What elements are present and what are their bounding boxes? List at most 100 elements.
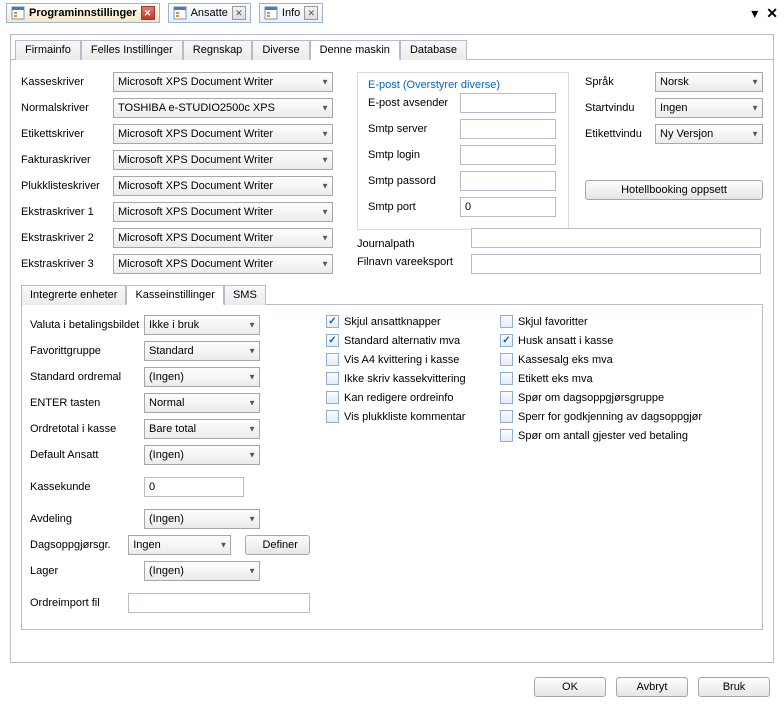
sub-tab-integrerte[interactable]: Integrerte enheter xyxy=(21,285,126,305)
select-ekstraskriver2[interactable]: Microsoft XPS Document Writer▼ xyxy=(113,228,333,248)
checkbox-skjul-ansattknapper[interactable]: ✓Skjul ansattknapper xyxy=(326,315,484,328)
button-hotellbooking[interactable]: Hotellbooking oppsett xyxy=(585,180,763,200)
checkbox-sperr-for-godkjenning-av-dagsoppgjør[interactable]: Sperr for godkjenning av dagsoppgjør xyxy=(500,410,740,423)
chevron-down-icon: ▼ xyxy=(321,182,329,191)
sub-tab-content: Valuta i betalingsbildetIkke i bruk▼ Fav… xyxy=(21,305,763,630)
checkbox-spør-om-antall-gjester-ved-betaling[interactable]: Spør om antall gjester ved betaling xyxy=(500,429,740,442)
input-ordreimp[interactable] xyxy=(128,593,310,613)
tab-felles[interactable]: Felles Instillinger xyxy=(81,40,183,60)
sub-tab-sms[interactable]: SMS xyxy=(224,285,266,305)
select-normalskriver[interactable]: TOSHIBA e-STUDIO2500c XPS▼ xyxy=(113,98,333,118)
close-icon[interactable]: ✕ xyxy=(232,6,246,20)
checkbox-box[interactable] xyxy=(500,315,513,328)
checkbox-box[interactable] xyxy=(326,410,339,423)
input-epost-avsender[interactable] xyxy=(460,93,556,113)
label-dagsopp: Dagsoppgjørsgr. xyxy=(30,539,128,551)
form-icon xyxy=(173,6,187,20)
input-smtp-login[interactable] xyxy=(460,145,556,165)
tab-firmainfo[interactable]: Firmainfo xyxy=(15,40,81,60)
checkbox-box[interactable] xyxy=(500,372,513,385)
checkbox-kassesalg-eks-mva[interactable]: Kassesalg eks mva xyxy=(500,353,740,366)
close-icon[interactable]: ✕ xyxy=(304,6,318,20)
chevron-down-icon: ▼ xyxy=(248,347,256,356)
checks-left: ✓Skjul ansattknapper ✓Standard alternativ… xyxy=(326,315,484,619)
select-etikettskriver[interactable]: Microsoft XPS Document Writer▼ xyxy=(113,124,333,144)
select-fakturaskriver[interactable]: Microsoft XPS Document Writer▼ xyxy=(113,150,333,170)
checkbox-label: Spør om dagsoppgjørsgruppe xyxy=(518,392,664,404)
close-icon[interactable]: ✕ xyxy=(141,6,155,20)
doc-tab-info[interactable]: Info ✕ xyxy=(259,3,323,23)
input-filnavn-vareeksport[interactable] xyxy=(471,254,761,274)
tab-database[interactable]: Database xyxy=(400,40,467,60)
label-filnavn-vareeksport: Filnavn vareeksport xyxy=(357,256,461,268)
tab-content: KasseskriverMicrosoft XPS Document Write… xyxy=(11,60,773,642)
checkbox-kan-redigere-ordreinfo[interactable]: Kan redigere ordreinfo xyxy=(326,391,484,404)
label-smtp-server: Smtp server xyxy=(368,123,460,135)
select-kasseskriver[interactable]: Microsoft XPS Document Writer▼ xyxy=(113,72,333,92)
select-stdordre[interactable]: (Ingen)▼ xyxy=(144,367,260,387)
sub-tab-row: Integrerte enheter Kasseinstillinger SMS xyxy=(21,284,763,305)
button-bruk[interactable]: Bruk xyxy=(698,677,770,697)
checkbox-box[interactable] xyxy=(326,391,339,404)
select-favgrp[interactable]: Standard▼ xyxy=(144,341,260,361)
doc-tab-ansatte[interactable]: Ansatte ✕ xyxy=(168,3,251,23)
window-close-icon[interactable]: ✕ xyxy=(766,5,778,22)
button-ok[interactable]: OK xyxy=(534,677,606,697)
checkbox-label: Skjul favoritter xyxy=(518,316,588,328)
checkbox-box[interactable]: ✓ xyxy=(500,334,513,347)
checkbox-label: Husk ansatt i kasse xyxy=(518,335,613,347)
checkbox-etikett-eks-mva[interactable]: Etikett eks mva xyxy=(500,372,740,385)
checkbox-box[interactable] xyxy=(326,372,339,385)
select-enter[interactable]: Normal▼ xyxy=(144,393,260,413)
checks-right: Skjul favoritter ✓ Husk ansatt i kasse Kass… xyxy=(500,315,740,619)
select-startvindu[interactable]: Ingen▼ xyxy=(655,98,763,118)
input-smtp-port[interactable] xyxy=(460,197,556,217)
select-lager[interactable]: (Ingen)▼ xyxy=(144,561,260,581)
select-sprak[interactable]: Norsk▼ xyxy=(655,72,763,92)
chevron-down-icon: ▼ xyxy=(321,78,329,87)
checkbox-box[interactable] xyxy=(326,353,339,366)
select-etikettvindu[interactable]: Ny Versjon▼ xyxy=(655,124,763,144)
label-kasseskriver: Kasseskriver xyxy=(21,76,113,88)
button-definer[interactable]: Definer xyxy=(245,535,310,555)
checkbox-skjul-favoritter[interactable]: Skjul favoritter xyxy=(500,315,740,328)
select-ekstraskriver1[interactable]: Microsoft XPS Document Writer▼ xyxy=(113,202,333,222)
label-ekstraskriver1: Ekstraskriver 1 xyxy=(21,206,113,218)
select-ekstraskriver3[interactable]: Microsoft XPS Document Writer▼ xyxy=(113,254,333,274)
checkbox-ikke-skriv-kassekvittering[interactable]: Ikke skriv kassekvittering xyxy=(326,372,484,385)
tab-regnskap[interactable]: Regnskap xyxy=(183,40,253,60)
input-smtp-server[interactable] xyxy=(460,119,556,139)
button-avbryt[interactable]: Avbryt xyxy=(616,677,688,697)
tab-denne-maskin[interactable]: Denne maskin xyxy=(310,40,400,60)
chevron-down-icon: ▼ xyxy=(751,130,759,139)
label-etikettskriver: Etikettskriver xyxy=(21,128,113,140)
checkbox-standard-alternativ-mva[interactable]: ✓Standard alternativ mva xyxy=(326,334,484,347)
checkbox-box[interactable] xyxy=(500,353,513,366)
chevron-down-icon: ▼ xyxy=(248,399,256,408)
sub-tab-kasse[interactable]: Kasseinstillinger xyxy=(126,285,223,305)
select-avdeling[interactable]: (Ingen)▼ xyxy=(144,509,260,529)
checkbox-vis-plukkliste-kommentar[interactable]: Vis plukkliste kommentar xyxy=(326,410,484,423)
checkbox-box[interactable] xyxy=(500,429,513,442)
select-dagsopp[interactable]: Ingen▼ xyxy=(128,535,231,555)
bottom-buttons: OK Avbryt Bruk xyxy=(534,677,770,697)
checkbox-box[interactable] xyxy=(500,391,513,404)
checkbox-vis-a4-kvittering-i-kasse[interactable]: Vis A4 kvittering i kasse xyxy=(326,353,484,366)
select-valuta[interactable]: Ikke i bruk▼ xyxy=(144,315,260,335)
select-plukklisteskriver[interactable]: Microsoft XPS Document Writer▼ xyxy=(113,176,333,196)
input-journalpath[interactable] xyxy=(471,228,761,248)
tab-diverse[interactable]: Diverse xyxy=(252,40,309,60)
select-defans[interactable]: (Ingen)▼ xyxy=(144,445,260,465)
checkbox-spør-om-dagsoppgjørsgruppe[interactable]: Spør om dagsoppgjørsgruppe xyxy=(500,391,740,404)
input-kassekunde[interactable] xyxy=(144,477,244,497)
checkbox-box[interactable]: ✓ xyxy=(326,334,339,347)
checkbox-husk-ansatt-i-kasse[interactable]: ✓ Husk ansatt i kasse xyxy=(500,334,740,347)
group-epost: E-post (Overstyrer diverse) E-post avsen… xyxy=(357,72,569,230)
select-ordretot[interactable]: Bare total▼ xyxy=(144,419,260,439)
input-smtp-passord[interactable] xyxy=(460,171,556,191)
dropdown-toggle-icon[interactable]: ▾ xyxy=(751,5,758,22)
doc-tab-programinnstillinger[interactable]: Programinnstillinger ✕ xyxy=(6,3,160,23)
checkbox-box[interactable] xyxy=(500,410,513,423)
checkbox-box[interactable]: ✓ xyxy=(326,315,339,328)
chevron-down-icon: ▼ xyxy=(220,541,228,550)
